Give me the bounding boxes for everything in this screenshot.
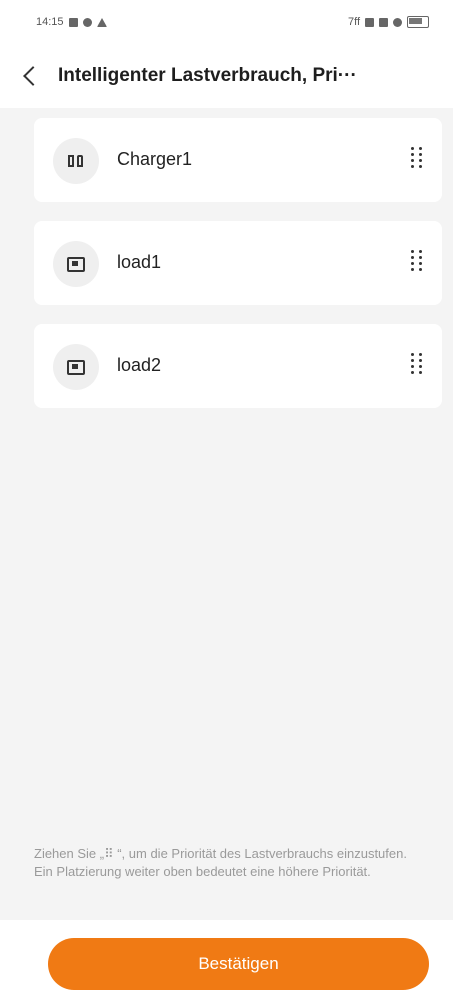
priority-list: Charger1 load1 load2	[34, 118, 442, 427]
wifi-icon	[393, 17, 402, 27]
device-label: load1	[117, 252, 162, 272]
content-area: Charger1 load1 load2 Ziehen Sie „⠿ “, um…	[0, 108, 453, 920]
location-icon	[82, 17, 92, 27]
vibrate-icon	[379, 17, 388, 27]
list-item-load2[interactable]: load2	[34, 324, 442, 408]
status-time: 14:15	[36, 16, 64, 28]
nfc-icon	[365, 17, 374, 27]
status-left: 14:15	[36, 16, 107, 28]
status-right: 7ff	[348, 16, 429, 28]
page-title: Intelligenter Lastverbrauch, Pri···	[58, 65, 357, 86]
drag-handle-icon[interactable]	[411, 147, 423, 169]
network-speed: 7ff	[347, 16, 360, 28]
back-arrow-icon[interactable]	[23, 66, 43, 86]
page-header: Intelligenter Lastverbrauch, Pri···	[0, 44, 453, 108]
device-label: load2	[117, 355, 162, 375]
device-icon-badge	[53, 138, 99, 184]
charger-icon	[68, 155, 84, 167]
list-item-load1[interactable]: load1	[34, 221, 442, 305]
footer-bar: Bestätigen	[0, 920, 453, 1005]
load-device-icon	[67, 256, 85, 272]
signal-icon	[96, 17, 107, 27]
load-device-icon	[67, 359, 85, 375]
notification-icon	[68, 17, 78, 27]
priority-hint-text: Ziehen Sie „⠿ “, um die Priorität des La…	[34, 846, 407, 879]
battery-icon	[407, 16, 429, 28]
status-bar: 14:15 7ff	[0, 0, 453, 44]
confirm-button[interactable]: Bestätigen	[48, 938, 429, 990]
device-icon-badge	[53, 344, 99, 390]
drag-handle-icon[interactable]	[411, 353, 423, 375]
device-icon-badge	[53, 241, 99, 287]
device-label: Charger1	[117, 149, 193, 169]
list-item-charger1[interactable]: Charger1	[34, 118, 442, 202]
drag-handle-icon[interactable]	[411, 250, 423, 272]
